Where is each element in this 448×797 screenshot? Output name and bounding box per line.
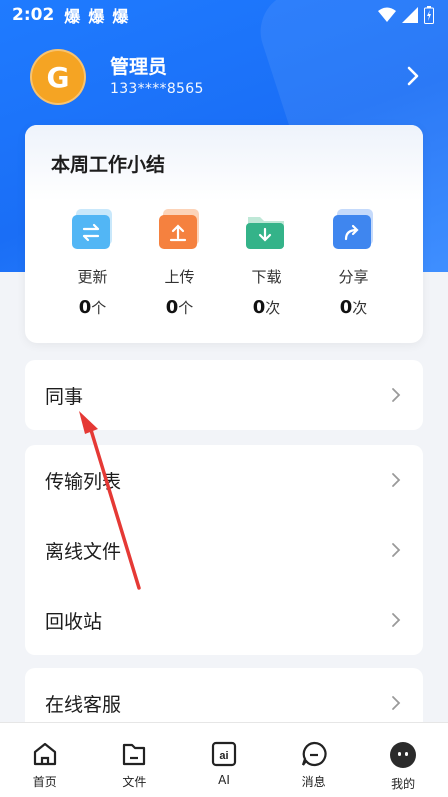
stat-unit: 个 [91,299,107,317]
menu-item-label: 同事 [45,385,84,408]
tab-files[interactable]: 文件 [90,723,180,797]
tab-label: 我的 [391,777,416,791]
chevron-right-icon [392,473,401,487]
stat-label: 分享 [338,268,369,286]
menu-item-label: 在线客服 [45,693,122,716]
ai-icon: ai [211,741,237,767]
stat-uploads[interactable]: 上传 0个 [136,207,223,319]
support-card: 在线客服 [25,668,423,722]
menu-item-recycle-bin[interactable]: 回收站 [25,585,423,655]
stat-value: 0 [165,297,179,318]
menu-item-label: 传输列表 [45,470,122,493]
tab-home[interactable]: 首页 [0,723,90,797]
notification-icon: 爆 [112,7,129,26]
stat-unit: 个 [178,299,194,317]
notification-icon: 爆 [88,7,105,26]
tab-label: AI [218,773,230,787]
download-icon [244,207,290,253]
chevron-right-icon[interactable] [406,66,420,86]
profile-section[interactable]: G 管理员 133****8565 [30,48,420,106]
menu-item-colleagues[interactable]: 同事 [25,360,423,430]
bottom-tab-bar: 首页 文件 ai AI 消息 我的 [0,722,448,797]
message-icon [301,741,327,767]
upload-icon [157,207,203,253]
tab-label: 首页 [32,775,57,789]
profile-icon [390,742,417,768]
stat-value: 0 [252,297,266,318]
tab-label: 文件 [122,775,147,789]
menu-item-online-service[interactable]: 在线客服 [25,668,423,722]
signal-icon [402,7,418,23]
share-icon [331,207,377,253]
swap-icon [70,207,116,253]
notification-icon: 爆 [64,7,81,26]
menu-item-label: 回收站 [45,610,103,633]
chevron-right-icon [392,696,401,710]
tab-label: 消息 [301,775,326,789]
files-menu-card: 传输列表 离线文件 回收站 [25,445,423,655]
stat-value: 0 [78,297,92,318]
chevron-right-icon [392,543,401,557]
chevron-right-icon [392,388,401,402]
stat-unit: 次 [352,299,368,317]
folder-icon [123,743,146,766]
stat-value: 0 [339,297,353,318]
home-icon [33,742,56,766]
wifi-icon [378,7,396,22]
stat-unit: 次 [265,299,281,317]
user-phone: 133****8565 [110,81,204,97]
avatar[interactable]: G [30,49,86,105]
menu-item-label: 离线文件 [45,540,122,563]
stat-label: 上传 [164,268,195,286]
status-time: 2:02 [12,5,55,25]
status-bar: 2:02 爆 爆 爆 [0,0,448,30]
stat-updates[interactable]: 更新 0个 [49,207,136,319]
tab-ai[interactable]: ai AI [179,723,269,797]
user-name: 管理员 [110,56,168,78]
tab-messages[interactable]: 消息 [269,723,359,797]
menu-item-offline-files[interactable]: 离线文件 [25,515,423,585]
weekly-summary-card: 本周工作小结 更新 0个 上传 0个 下载 0次 分享 0次 [25,125,423,343]
tab-profile[interactable]: 我的 [358,723,448,797]
stat-label: 下载 [251,268,282,286]
svg-text:ai: ai [219,750,228,762]
weekly-summary-title: 本周工作小结 [25,125,423,201]
stat-shares[interactable]: 分享 0次 [310,207,397,319]
battery-icon [424,6,434,24]
stat-label: 更新 [77,268,108,286]
colleagues-card: 同事 [25,360,423,430]
chevron-right-icon [392,613,401,627]
stat-downloads[interactable]: 下载 0次 [223,207,310,319]
menu-item-transfer-list[interactable]: 传输列表 [25,445,423,515]
